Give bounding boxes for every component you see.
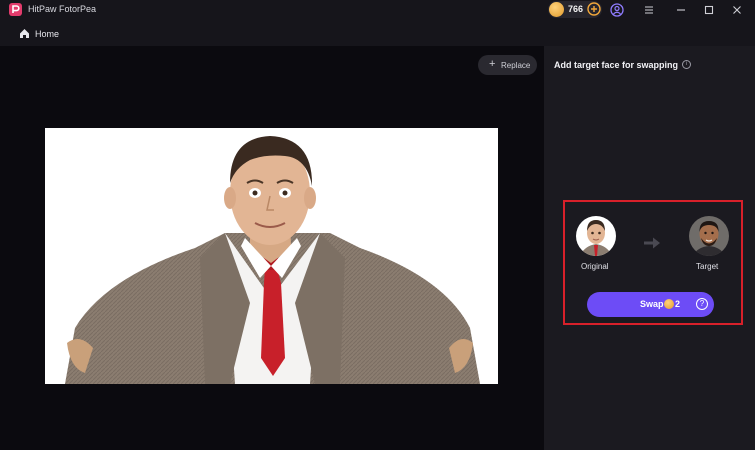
home-icon[interactable] bbox=[19, 28, 30, 39]
close-icon[interactable] bbox=[729, 2, 745, 18]
arrow-right-icon bbox=[644, 237, 660, 249]
app-window: HitPaw FotorPea 766 Home + Replace Add t… bbox=[0, 0, 755, 450]
fotorpea-logo-icon bbox=[9, 3, 22, 16]
original-label: Original bbox=[581, 262, 609, 271]
minimize-icon[interactable] bbox=[673, 2, 689, 18]
navigation-bar bbox=[0, 20, 755, 46]
add-coins-icon[interactable] bbox=[587, 2, 601, 16]
plus-icon: + bbox=[489, 58, 496, 70]
original-photo-image bbox=[45, 128, 498, 384]
coin-count: 766 bbox=[568, 4, 584, 14]
maximize-icon[interactable] bbox=[701, 2, 717, 18]
title-bar: HitPaw FotorPea 766 bbox=[0, 0, 755, 20]
menu-icon[interactable] bbox=[641, 2, 657, 18]
app-title: HitPaw FotorPea bbox=[28, 4, 97, 14]
target-label: Target bbox=[696, 262, 719, 271]
original-face-image bbox=[576, 216, 616, 256]
home-link[interactable]: Home bbox=[35, 29, 59, 39]
replace-button-label: Replace bbox=[501, 61, 531, 70]
swap-button-label: Swap bbox=[640, 299, 664, 309]
target-face-thumbnail[interactable] bbox=[689, 216, 729, 256]
target-face-image bbox=[689, 216, 729, 256]
panel-title: Add target face for swapping bbox=[554, 60, 679, 70]
coin-icon bbox=[549, 2, 564, 17]
account-icon[interactable] bbox=[609, 2, 625, 18]
coin-icon bbox=[664, 299, 674, 309]
swap-cost: 2 bbox=[675, 299, 681, 309]
original-photo bbox=[45, 128, 498, 384]
info-icon[interactable]: i bbox=[682, 60, 691, 69]
help-icon[interactable]: ? bbox=[696, 298, 708, 310]
original-face-thumbnail[interactable] bbox=[576, 216, 616, 256]
